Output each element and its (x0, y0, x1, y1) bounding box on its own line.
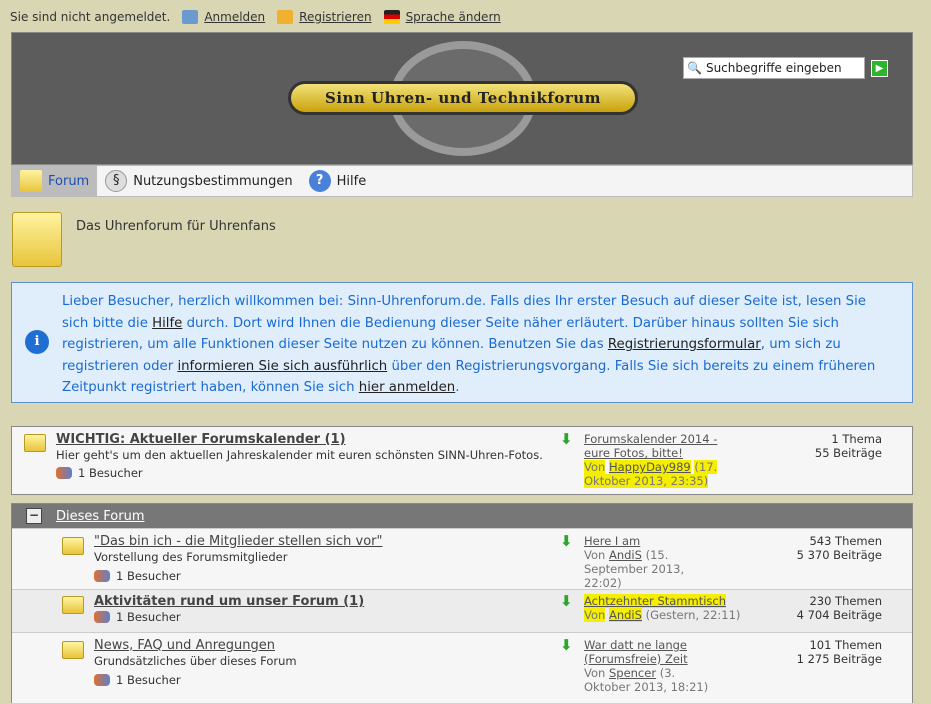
visitor-count: 1 Besucher (94, 569, 181, 583)
users-icon (94, 611, 110, 623)
forum-row: News, FAQ und Anregungen Grundsätzliches… (12, 632, 912, 704)
tab-help[interactable]: ? Hilfe (301, 166, 375, 196)
category-this-forum: − Dieses Forum "Das bin ich - die Mitgli… (11, 503, 913, 703)
folder-icon (62, 537, 84, 555)
user-link[interactable]: HappyDay989 (609, 460, 691, 474)
search-icon: 🔍 (687, 61, 702, 75)
new-post-arrow-icon[interactable]: ⬇ (560, 430, 573, 448)
forum-stats: 230 Themen4 704 Beiträge (772, 594, 882, 622)
forum-title-link[interactable]: Aktivitäten rund um unser Forum (1) (94, 594, 364, 609)
new-post-arrow-icon[interactable]: ⬇ (560, 636, 573, 654)
login-status: Sie sind nicht angemeldet. (10, 10, 170, 24)
user-bar: Sie sind nicht angemeldet. Anmelden Regi… (10, 10, 501, 24)
search-input[interactable]: 🔍 Suchbegriffe eingeben (683, 57, 865, 79)
folder-icon (12, 212, 62, 267)
help-icon: ? (309, 170, 331, 192)
page-title: Das Uhrenforum für Uhrenfans (12, 212, 276, 267)
info-icon: i (25, 330, 49, 354)
forum-description: Hier geht's um den aktuellen Jahreskalen… (56, 448, 543, 462)
category-header: − Dieses Forum (12, 504, 912, 528)
tab-label: Nutzungsbestimmungen (133, 174, 292, 189)
registration-info-link[interactable]: informieren Sie sich ausführlich (177, 359, 387, 374)
register-link[interactable]: Registrieren (299, 10, 371, 24)
forum-stats: 101 Themen1 275 Beiträge (772, 638, 882, 666)
last-post-link[interactable]: Achtzehnter Stammtisch (584, 594, 726, 608)
visitor-count: 1 Besucher (94, 673, 181, 687)
last-post: Forumskalender 2014 - eure Fotos, bitte!… (584, 432, 724, 488)
forum-row: "Das bin ich - die Mitglieder stellen si… (12, 528, 912, 589)
folder-icon (62, 641, 84, 659)
users-icon (94, 570, 110, 582)
site-logo[interactable]: Sinn Uhren- und Technikforum (288, 81, 638, 115)
new-post-arrow-icon[interactable]: ⬇ (560, 592, 573, 610)
last-post: Here I amVon AndiS (15. September 2013, … (584, 534, 724, 590)
main-nav: Forum §Nutzungsbestimmungen ? Hilfe (11, 165, 913, 197)
page-subtitle: Das Uhrenforum für Uhrenfans (76, 219, 276, 267)
welcome-notice: i Lieber Besucher, herzlich willkommen b… (11, 282, 913, 403)
search-form: 🔍 Suchbegriffe eingeben ▶ (683, 57, 888, 79)
register-icon (277, 10, 293, 24)
forum-description: Vorstellung des Forumsmitglieder (94, 550, 287, 564)
last-post-link[interactable]: Forumskalender 2014 - eure Fotos, bitte! (584, 432, 717, 460)
last-post-link[interactable]: Here I am (584, 534, 640, 548)
user-link[interactable]: AndiS (609, 608, 642, 622)
search-placeholder: Suchbegriffe eingeben (706, 61, 842, 75)
folder-icon (24, 434, 46, 452)
tab-forum[interactable]: Forum (12, 166, 97, 196)
last-post: War datt ne lange (Forumsfreie) ZeitVon … (584, 638, 724, 694)
login-icon (182, 10, 198, 24)
new-post-arrow-icon[interactable]: ⬇ (560, 532, 573, 550)
tab-terms[interactable]: §Nutzungsbestimmungen (97, 166, 300, 196)
users-icon (94, 674, 110, 686)
site-header: Sinn Uhren- und Technikforum 🔍 Suchbegrif… (11, 32, 913, 165)
search-submit-button[interactable]: ▶ (871, 60, 888, 77)
help-link[interactable]: Hilfe (152, 316, 182, 331)
forum-stats: 543 Themen5 370 Beiträge (772, 534, 882, 562)
folder-icon (62, 596, 84, 614)
last-post: Achtzehnter StammtischVon AndiS (Gestern… (584, 594, 754, 622)
collapse-toggle[interactable]: − (26, 508, 42, 524)
forum-title-link[interactable]: WICHTIG: Aktueller Forumskalender (1) (56, 432, 346, 447)
registration-form-link[interactable]: Registrierungsformular (608, 337, 761, 352)
last-post-link[interactable]: War datt ne lange (Forumsfreie) Zeit (584, 638, 688, 666)
tab-label: Hilfe (337, 174, 367, 189)
pinned-forum: WICHTIG: Aktueller Forumskalender (1) Hi… (11, 426, 913, 495)
login-link[interactable]: Anmelden (204, 10, 265, 24)
visitor-count: 1 Besucher (94, 610, 181, 624)
visitor-count: 1 Besucher (56, 466, 143, 480)
forum-title-link[interactable]: "Das bin ich - die Mitglieder stellen si… (94, 534, 383, 549)
folder-icon (20, 170, 42, 192)
forum-description: Grundsätzliches über dieses Forum (94, 654, 297, 668)
category-title-link[interactable]: Dieses Forum (56, 509, 145, 524)
forum-row: Aktivitäten rund um unser Forum (1) 1 Be… (12, 589, 912, 632)
user-link[interactable]: Spencer (609, 666, 656, 680)
forum-title-link[interactable]: News, FAQ und Anregungen (94, 638, 275, 653)
forum-stats: 1 Thema55 Beiträge (772, 432, 882, 460)
tab-label: Forum (48, 174, 89, 189)
german-flag-icon (384, 10, 400, 24)
login-here-link[interactable]: hier anmelden (359, 380, 455, 395)
language-link[interactable]: Sprache ändern (406, 10, 501, 24)
user-link[interactable]: AndiS (609, 548, 642, 562)
users-icon (56, 467, 72, 479)
